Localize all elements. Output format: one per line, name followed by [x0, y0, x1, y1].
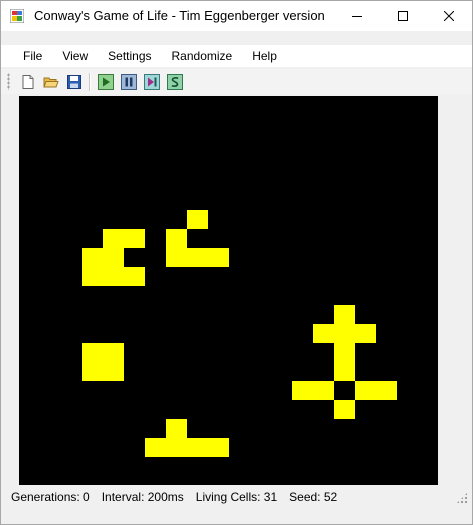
live-cell[interactable] — [103, 229, 124, 248]
title-bar[interactable]: Conway's Game of Life - Tim Eggenberger … — [1, 1, 472, 31]
toolbar-separator — [89, 72, 90, 91]
play-button[interactable] — [94, 70, 117, 93]
life-board[interactable] — [19, 96, 438, 485]
live-cell[interactable] — [208, 248, 229, 267]
close-button[interactable] — [426, 1, 472, 31]
live-cell[interactable] — [334, 362, 355, 381]
live-cell[interactable] — [355, 324, 376, 343]
seed-icon — [166, 73, 183, 90]
step-icon — [143, 73, 160, 90]
seed-status: Seed: 52 — [289, 490, 338, 504]
open-folder-icon — [42, 77, 59, 87]
live-cell[interactable] — [292, 381, 313, 400]
live-cell[interactable] — [145, 438, 166, 457]
live-cell[interactable] — [166, 248, 187, 267]
toolbar — [1, 69, 472, 94]
live-cell[interactable] — [334, 343, 355, 362]
pause-icon — [120, 73, 137, 90]
step-button[interactable] — [140, 70, 163, 93]
live-cell[interactable] — [82, 362, 103, 381]
live-cell[interactable] — [103, 248, 124, 267]
app-window: Conway's Game of Life - Tim Eggenberger … — [0, 0, 473, 525]
live-cell[interactable] — [103, 343, 124, 362]
live-cell[interactable] — [124, 267, 145, 286]
live-cell[interactable] — [166, 438, 187, 457]
save-button[interactable] — [62, 70, 85, 93]
resize-grip[interactable] — [456, 492, 468, 504]
seed-button[interactable] — [163, 70, 186, 93]
live-cell[interactable] — [187, 248, 208, 267]
pause-button[interactable] — [117, 70, 140, 93]
menu-help[interactable]: Help — [242, 45, 287, 67]
live-cell[interactable] — [376, 381, 397, 400]
live-cell[interactable] — [334, 324, 355, 343]
generations-status: Generations: 0 — [11, 490, 90, 504]
live-cell[interactable] — [313, 381, 334, 400]
live-cell[interactable] — [103, 362, 124, 381]
status-bar: Generations: 0 Interval: 200ms Living Ce… — [1, 486, 472, 508]
live-cell[interactable] — [166, 419, 187, 438]
menu-randomize[interactable]: Randomize — [162, 45, 243, 67]
window-title: Conway's Game of Life - Tim Eggenberger … — [34, 8, 325, 23]
maximize-icon — [398, 11, 408, 21]
save-disk-icon — [66, 74, 81, 89]
minimize-button[interactable] — [334, 1, 380, 31]
live-cell[interactable] — [103, 267, 124, 286]
toolbar-grip[interactable] — [7, 73, 10, 90]
live-cell[interactable] — [355, 381, 376, 400]
live-cell[interactable] — [208, 438, 229, 457]
live-cell[interactable] — [187, 210, 208, 229]
live-cell[interactable] — [166, 229, 187, 248]
app-icon — [10, 9, 24, 23]
live-cell[interactable] — [82, 248, 103, 267]
living-cells-status: Living Cells: 31 — [195, 490, 278, 504]
minimize-icon — [352, 16, 362, 17]
new-file-icon — [22, 74, 33, 89]
live-cell[interactable] — [334, 305, 355, 324]
live-cell[interactable] — [82, 343, 103, 362]
menu-bar: File View Settings Randomize Help — [1, 45, 472, 67]
live-cell[interactable] — [187, 438, 208, 457]
live-cell[interactable] — [124, 229, 145, 248]
menu-view[interactable]: View — [52, 45, 98, 67]
close-icon — [444, 11, 454, 21]
open-button[interactable] — [39, 70, 62, 93]
play-icon — [97, 73, 114, 90]
live-cell[interactable] — [334, 400, 355, 419]
maximize-button[interactable] — [380, 1, 426, 31]
interval-status: Interval: 200ms — [101, 490, 184, 504]
menu-file[interactable]: File — [13, 45, 52, 67]
menu-settings[interactable]: Settings — [98, 45, 161, 67]
live-cell[interactable] — [82, 267, 103, 286]
live-cell[interactable] — [313, 324, 334, 343]
new-button[interactable] — [16, 70, 39, 93]
